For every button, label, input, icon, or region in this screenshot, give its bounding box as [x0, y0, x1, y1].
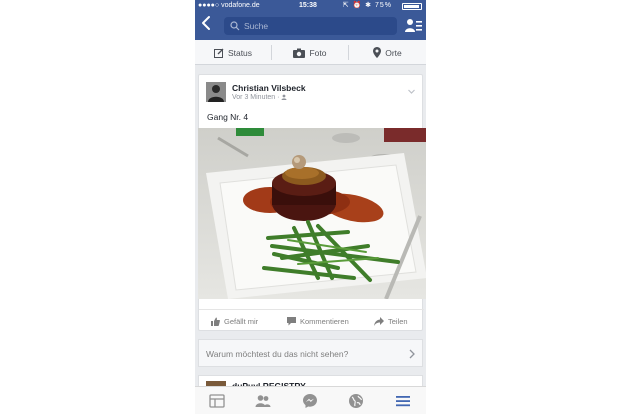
tab-friends[interactable] — [255, 393, 271, 409]
post-photo[interactable] — [198, 128, 426, 299]
tab-messenger[interactable] — [302, 393, 318, 409]
status-bar: ●●●●○ vodafone.de 15:38 ⇱ ⏰ ✱ 75% — [195, 0, 426, 12]
bottom-tab-bar — [195, 386, 426, 414]
battery-icon — [402, 3, 422, 10]
tab-more[interactable] — [395, 393, 411, 409]
like-label: Gefällt mir — [224, 316, 259, 326]
phone-screen: ●●●●○ vodafone.de 15:38 ⇱ ⏰ ✱ 75% Suche … — [195, 0, 426, 414]
photo-label: Foto — [309, 47, 327, 58]
tab-news-feed[interactable] — [209, 393, 225, 409]
top-navigation-bar: ●●●●○ vodafone.de 15:38 ⇱ ⏰ ✱ 75% — [195, 0, 426, 40]
friends-icon — [255, 395, 271, 407]
post-author[interactable]: Christian Vilsbeck — [232, 83, 306, 93]
tab-notifications[interactable] — [348, 393, 364, 409]
avatar[interactable] — [206, 82, 226, 102]
chevron-down-icon — [408, 89, 415, 94]
post-timestamp: Vor 3 Minuten · — [232, 94, 287, 101]
audience-icon — [281, 94, 287, 101]
friend-requests-icon — [405, 19, 422, 32]
post-time-text: Vor 3 Minuten · — [232, 94, 282, 101]
share-button[interactable]: Teilen — [374, 314, 408, 328]
status-icons: ⇱ ⏰ ✱ 75% — [342, 2, 392, 9]
hide-post-text: Warum möchtest du das nicht sehen? — [206, 349, 349, 359]
carrier-label: ●●●●○ vodafone.de — [198, 2, 260, 9]
comment-button[interactable]: Kommentieren — [287, 314, 349, 328]
edit-icon — [213, 48, 224, 58]
places-label: Orte — [385, 47, 402, 58]
places-button[interactable]: Orte — [349, 40, 426, 65]
clock: 15:38 — [299, 2, 317, 9]
photo-button[interactable]: Foto — [272, 40, 348, 65]
news-feed-icon — [209, 394, 225, 408]
search-bar[interactable] — [224, 17, 397, 35]
location-pin-icon — [373, 47, 382, 58]
chevron-right-icon — [409, 349, 415, 359]
comment-icon — [287, 316, 296, 325]
share-arrow-icon — [374, 316, 384, 326]
chevron-left-icon — [202, 16, 210, 30]
search-icon — [230, 21, 240, 31]
hide-post-prompt[interactable]: Warum möchtest du das nicht sehen? — [198, 339, 423, 367]
post-actions: Gefällt mir Kommentieren Teilen — [199, 309, 424, 329]
thumbs-up-icon — [211, 317, 220, 326]
profile-photo-icon — [206, 82, 226, 102]
camera-icon — [293, 48, 306, 58]
search-input[interactable] — [244, 18, 392, 34]
share-label: Teilen — [388, 316, 408, 326]
post-options-button[interactable] — [407, 83, 416, 94]
composer-bar: Status Foto Orte — [195, 40, 426, 65]
friend-requests-button[interactable] — [405, 18, 422, 34]
back-button[interactable] — [201, 15, 215, 35]
status-label: Status — [227, 47, 253, 58]
globe-icon — [349, 394, 363, 408]
more-menu-icon — [396, 396, 410, 407]
food-photo-image — [198, 128, 426, 299]
status-button[interactable]: Status — [195, 40, 271, 65]
like-button[interactable]: Gefällt mir — [211, 314, 258, 328]
comment-label: Kommentieren — [300, 316, 349, 326]
feed-post: Christian Vilsbeck Vor 3 Minuten · Gang … — [198, 74, 426, 331]
post-caption: Gang Nr. 4 — [207, 112, 249, 122]
messenger-icon — [303, 394, 317, 408]
